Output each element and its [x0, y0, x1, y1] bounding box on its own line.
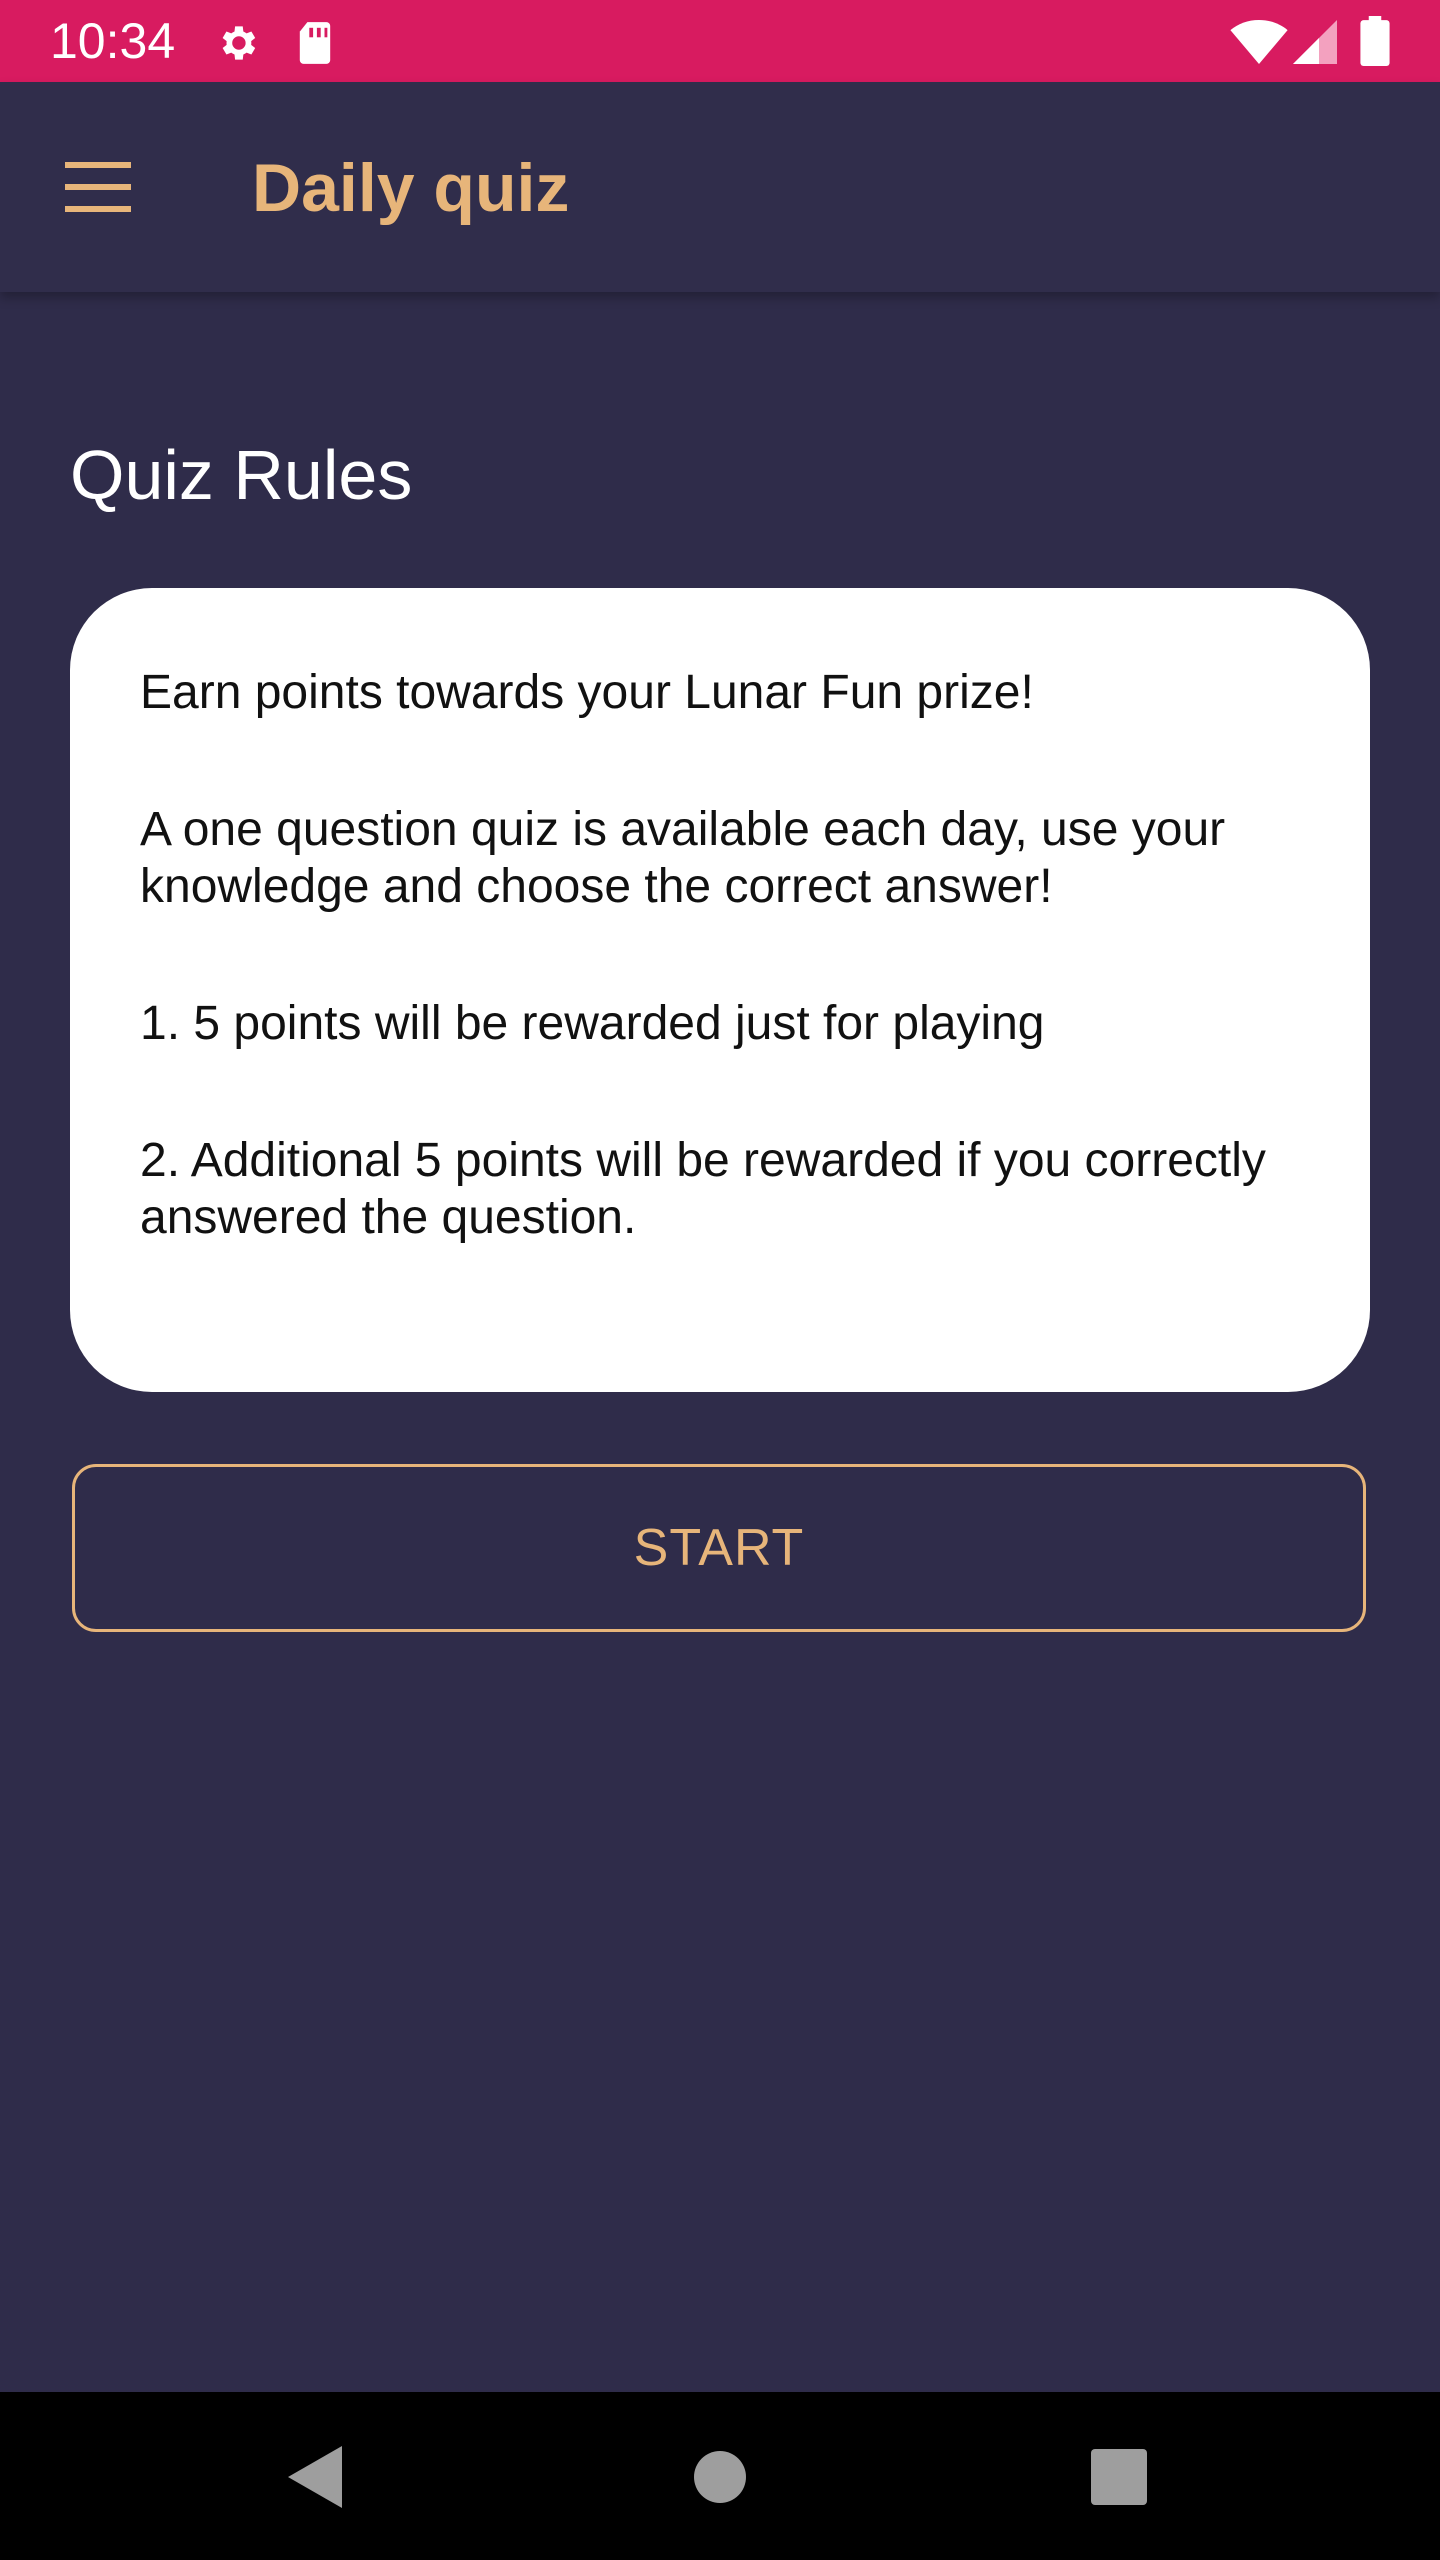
rules-card: Earn points towards your Lunar Fun prize… [70, 588, 1370, 1392]
recents-icon [1074, 2449, 1164, 2526]
recents-button[interactable] [1074, 2432, 1164, 2522]
app-bar: Daily quiz [0, 82, 1440, 292]
back-icon [270, 2446, 360, 2526]
navigation-bar [0, 2392, 1440, 2560]
signal-icon [1292, 20, 1338, 69]
sd-card-icon [296, 20, 334, 71]
menu-button[interactable] [50, 140, 146, 236]
battery-icon [1360, 16, 1390, 71]
status-time: 10:34 [50, 13, 176, 69]
settings-icon [214, 20, 260, 71]
section-title: Quiz Rules [70, 436, 413, 514]
app-title: Daily quiz [252, 150, 570, 226]
rule-intro: Earn points towards your Lunar Fun prize… [140, 666, 1034, 719]
wifi-icon [1230, 20, 1288, 69]
status-bar: 10:34 [0, 0, 1440, 82]
menu-icon [50, 162, 146, 240]
rule-item-2: 2. Additional 5 points will be rewarded … [140, 1134, 1266, 1244]
home-button[interactable] [675, 2432, 765, 2522]
rule-description: A one question quiz is available each da… [140, 803, 1226, 913]
rule-item-1: 1. 5 points will be rewarded just for pl… [140, 997, 1045, 1050]
back-button[interactable] [270, 2432, 360, 2522]
start-button[interactable]: START [72, 1464, 1366, 1632]
home-icon [675, 2451, 765, 2526]
